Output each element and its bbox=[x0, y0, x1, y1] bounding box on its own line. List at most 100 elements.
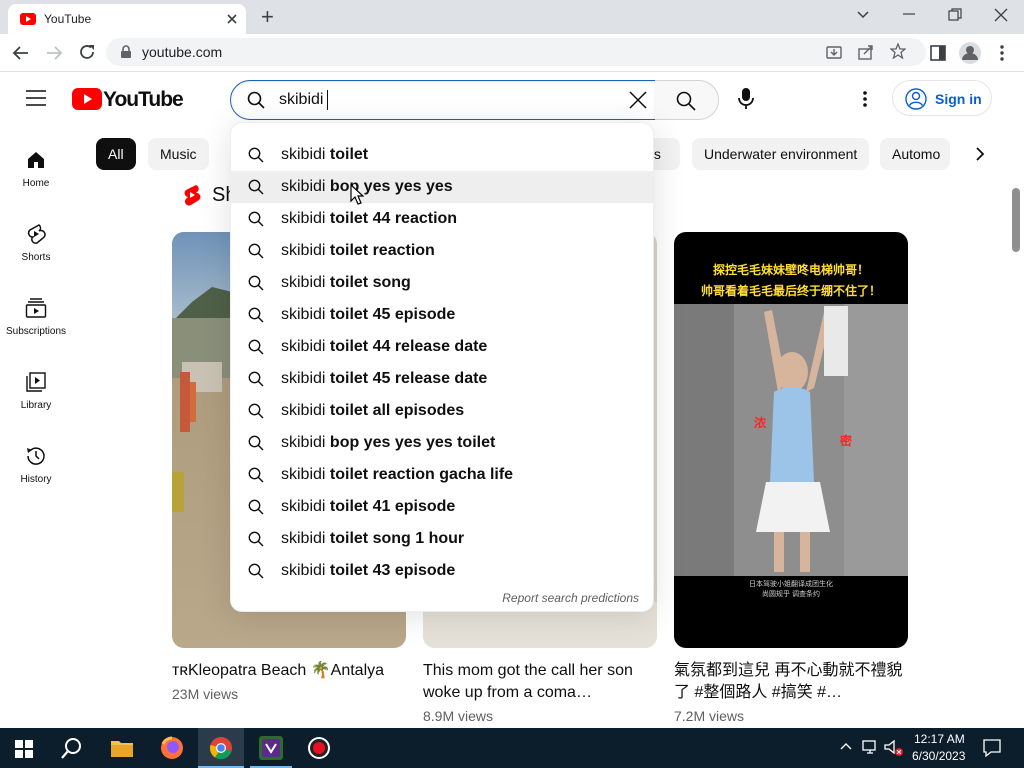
taskbar-search-icon[interactable] bbox=[61, 737, 83, 759]
suggestion-search-icon bbox=[248, 371, 264, 387]
youtube-logo-icon bbox=[72, 88, 102, 110]
hamburger-menu-icon[interactable] bbox=[26, 90, 46, 106]
firefox-icon[interactable] bbox=[160, 736, 184, 760]
search-suggestion-item[interactable]: skibidi bop yes yes yes toilet bbox=[231, 427, 655, 459]
lock-icon[interactable] bbox=[120, 45, 132, 59]
screen-recorder-icon[interactable] bbox=[307, 736, 331, 760]
file-explorer-icon[interactable] bbox=[110, 738, 134, 758]
suggestion-prefix: skibidi bbox=[281, 146, 326, 163]
search-suggestion-item[interactable]: skibidi toilet all episodes bbox=[231, 395, 655, 427]
tab-search-chevron-icon[interactable] bbox=[856, 10, 870, 20]
tray-chevron-up-icon[interactable] bbox=[840, 742, 852, 750]
suggestion-text: skibidi toilet all episodes bbox=[281, 402, 464, 420]
windows-taskbar: 12:17 AM 6/30/2023 bbox=[0, 728, 1024, 768]
short-3-overlay: 探控毛毛妹妹壁咚电梯帅哥！ 帅哥看着毛毛最后终于绷不住了！ bbox=[674, 260, 908, 302]
search-suggestion-item[interactable]: skibidi toilet 43 episode bbox=[231, 555, 655, 587]
search-suggestion-item[interactable]: skibidi bop yes yes yes bbox=[231, 171, 655, 203]
taskbar-clock-date[interactable]: 6/30/2023 bbox=[912, 749, 965, 763]
nav-library[interactable]: Library bbox=[0, 370, 72, 444]
search-suggestion-item[interactable]: skibidi toilet 44 reaction bbox=[231, 203, 655, 235]
search-suggestion-item[interactable]: skibidi toilet song 1 hour bbox=[231, 523, 655, 555]
short-title-1[interactable]: ᴛʀKleopatra Beach 🌴Antalya bbox=[172, 660, 406, 682]
suggestion-completion: toilet all episodes bbox=[325, 402, 465, 419]
suggestion-search-icon bbox=[248, 531, 264, 547]
new-tab-button[interactable]: + bbox=[261, 4, 274, 30]
nav-history[interactable]: History bbox=[0, 444, 72, 518]
settings-more-icon[interactable] bbox=[862, 90, 868, 108]
short-3-caption: 日本驾驶小姐翻译成团生化 尚圆规乎 调查条约 bbox=[674, 580, 908, 600]
page-scrollbar-thumb[interactable] bbox=[1012, 188, 1020, 252]
suggestion-search-icon bbox=[248, 243, 264, 259]
shorts-logo-icon bbox=[184, 185, 201, 206]
search-suggestion-item[interactable]: skibidi toilet reaction gacha life bbox=[231, 459, 655, 491]
search-suggestion-item[interactable]: skibidi toilet 41 episode bbox=[231, 491, 655, 523]
side-panel-icon[interactable] bbox=[930, 45, 946, 61]
window-close-icon[interactable] bbox=[994, 8, 1008, 22]
reload-icon[interactable] bbox=[78, 43, 96, 61]
suggestion-prefix: skibidi bbox=[281, 402, 326, 419]
chrome-taskbar-button[interactable] bbox=[198, 728, 244, 768]
tab-close-icon[interactable] bbox=[226, 13, 238, 25]
omnibox[interactable]: youtube.com bbox=[106, 38, 926, 66]
search-suggestion-item[interactable]: skibidi toilet 45 release date bbox=[231, 363, 655, 395]
restore-icon[interactable] bbox=[948, 8, 962, 22]
short-3-overlay-line-2: 帅哥看着毛毛最后终于绷不住了！ bbox=[700, 284, 881, 298]
search-suggestion-item[interactable]: skibidi toilet 45 episode bbox=[231, 299, 655, 331]
suggestion-prefix: skibidi bbox=[281, 306, 326, 323]
short-3-caption-line-1: 日本驾驶小姐翻译成团生化 bbox=[749, 581, 833, 588]
volume-muted-icon[interactable] bbox=[884, 739, 904, 757]
bookmark-star-icon[interactable] bbox=[890, 43, 906, 59]
suggestion-text: skibidi toilet 43 episode bbox=[281, 562, 455, 580]
report-search-predictions-link[interactable]: Report search predictions bbox=[502, 591, 639, 605]
share-icon[interactable] bbox=[858, 44, 874, 60]
notifications-icon[interactable] bbox=[983, 739, 1001, 757]
nav-subscriptions[interactable]: Subscriptions bbox=[0, 296, 72, 370]
clear-search-icon[interactable] bbox=[629, 91, 647, 109]
chip-automotive[interactable]: Automo bbox=[880, 138, 950, 170]
microphone-icon[interactable] bbox=[738, 88, 754, 110]
suggestion-completion: toilet 44 release date bbox=[325, 338, 488, 355]
chip-music[interactable]: Music bbox=[148, 138, 209, 170]
tab-title: YouTube bbox=[44, 12, 92, 26]
nav-shorts[interactable]: Shorts bbox=[0, 222, 72, 296]
youtube-logo[interactable]: YouTube bbox=[72, 88, 184, 112]
app-taskbar-button[interactable] bbox=[250, 728, 292, 768]
short-views-3: 7.2M views bbox=[674, 708, 745, 724]
minimize-icon[interactable] bbox=[903, 12, 915, 16]
taskbar-clock-time[interactable]: 12:17 AM bbox=[914, 732, 965, 746]
suggestion-completion: toilet song bbox=[325, 274, 411, 291]
search-suggestion-item[interactable]: skibidi toilet reaction bbox=[231, 235, 655, 267]
chips-next-chevron-icon[interactable] bbox=[974, 146, 986, 162]
account-icon bbox=[905, 88, 927, 110]
search-suggestion-item[interactable]: skibidi toilet song bbox=[231, 267, 655, 299]
profile-avatar-icon[interactable] bbox=[959, 42, 981, 64]
search-query-text: skibidi bbox=[279, 91, 324, 108]
mouse-cursor-icon bbox=[350, 184, 364, 205]
suggestion-completion: toilet reaction gacha life bbox=[325, 466, 514, 483]
search-button[interactable] bbox=[655, 80, 719, 120]
suggestion-prefix: skibidi bbox=[281, 466, 326, 483]
chip-all[interactable]: All bbox=[96, 138, 136, 170]
suggestion-search-icon bbox=[248, 499, 264, 515]
suggestion-prefix: skibidi bbox=[281, 498, 326, 515]
search-suggestion-item[interactable]: skibidi toilet bbox=[231, 139, 655, 171]
windows-start-icon[interactable] bbox=[15, 740, 33, 758]
browser-menu-icon[interactable] bbox=[999, 44, 1005, 62]
browser-tab[interactable]: YouTube bbox=[8, 4, 246, 34]
short-title-2[interactable]: This mom got the call her son woke up fr… bbox=[423, 660, 657, 704]
chip-underwater-environment[interactable]: Underwater environment bbox=[692, 138, 870, 170]
back-arrow-icon[interactable] bbox=[12, 44, 30, 62]
short-thumbnail-3[interactable]: 探控毛毛妹妹壁咚电梯帅哥！ 帅哥看着毛毛最后终于绷不住了！ 浓 密 日本驾驶小姐… bbox=[674, 232, 908, 648]
suggestion-completion: toilet reaction bbox=[325, 242, 435, 259]
forward-arrow-icon[interactable] bbox=[45, 44, 63, 62]
short-title-3[interactable]: 氣氛都到這兒 再不心動就不禮貌了 #整個路人 #搞笑 #… bbox=[674, 660, 908, 704]
sign-in-button[interactable]: Sign in bbox=[892, 80, 992, 116]
suggestion-text: skibidi toilet 45 episode bbox=[281, 306, 455, 324]
suggestion-completion: toilet bbox=[325, 146, 369, 163]
suggestion-search-icon bbox=[248, 179, 264, 195]
search-input[interactable]: skibidi bbox=[230, 80, 656, 120]
install-app-icon[interactable] bbox=[826, 44, 842, 60]
network-icon[interactable] bbox=[862, 739, 880, 755]
nav-home[interactable]: Home bbox=[0, 148, 72, 222]
search-suggestion-item[interactable]: skibidi toilet 44 release date bbox=[231, 331, 655, 363]
